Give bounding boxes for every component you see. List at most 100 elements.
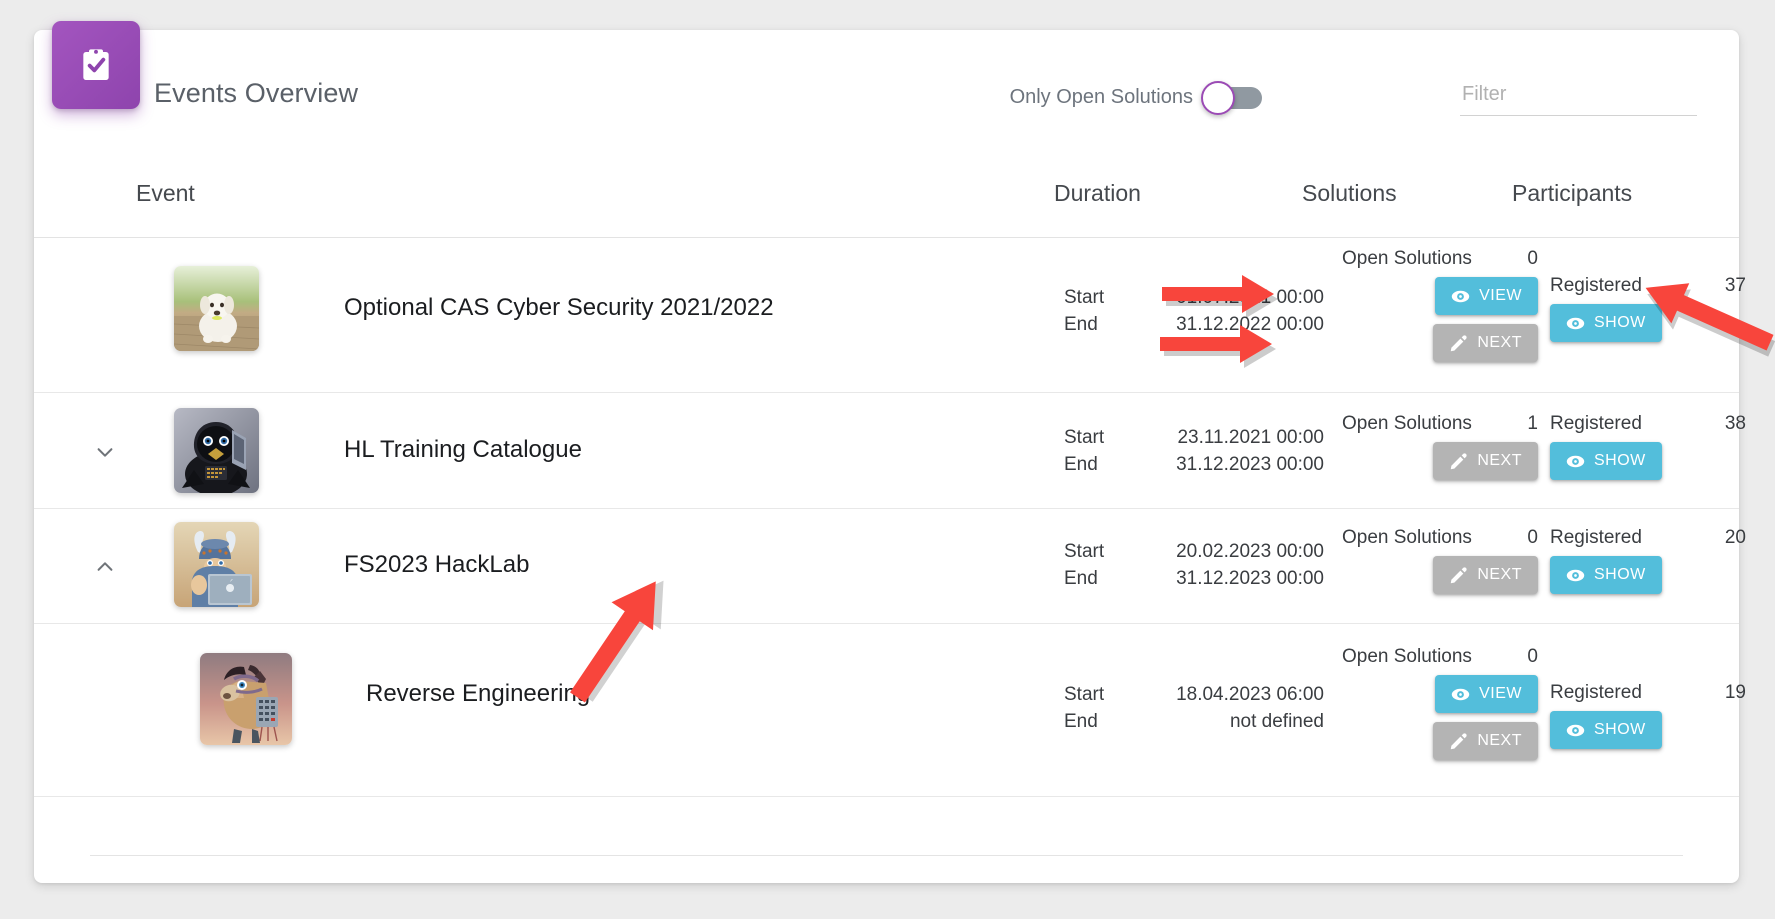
next-button[interactable]: NEXT	[1433, 722, 1538, 760]
event-solutions: Open Solutions 0 VIEW NEXT	[1342, 248, 1538, 362]
pencil-icon	[1449, 334, 1468, 353]
duration-start-value: 18.04.2023 06:00	[1176, 684, 1324, 705]
event-thumbnail	[200, 653, 292, 745]
open-solutions-count: 0	[1527, 248, 1538, 269]
event-participants: Registered 20 SHOW	[1550, 527, 1746, 594]
event-duration: Start 18.04.2023 06:00 End not defined	[1064, 682, 1324, 736]
view-button[interactable]: VIEW	[1435, 277, 1538, 315]
toggle-label: Only Open Solutions	[1009, 86, 1193, 108]
registered-line: Registered 38	[1550, 413, 1746, 435]
registered-count: 38	[1724, 413, 1746, 434]
view-button-label: VIEW	[1479, 685, 1522, 702]
duration-end-value: 31.12.2023 00:00	[1176, 453, 1324, 475]
event-solutions: Open Solutions 1 NEXT	[1342, 413, 1538, 480]
duration-start-label: Start	[1064, 684, 1105, 705]
filter-input[interactable]	[1460, 80, 1697, 116]
card-header: Events Overview Only Open Solutions	[34, 30, 1739, 148]
toggle-switch-knob[interactable]	[1201, 80, 1235, 115]
table-row[interactable]: Optional CAS Cyber Security 2021/2022 St…	[34, 238, 1746, 393]
event-thumbnail	[174, 408, 259, 493]
events-table-body: Optional CAS Cyber Security 2021/2022 St…	[34, 238, 1746, 797]
event-title[interactable]: FS2023 HackLab	[344, 551, 529, 579]
event-thumbnail	[174, 266, 259, 351]
next-button-label: NEXT	[1477, 566, 1522, 583]
table-column-headers: Event Duration Solutions Participants	[34, 170, 1739, 238]
clipboard-check-icon	[52, 21, 140, 109]
pencil-icon	[1449, 732, 1468, 751]
registered-line: Registered 20	[1550, 527, 1746, 549]
row-collapse-chevron-up[interactable]	[90, 552, 120, 582]
table-row[interactable]: HL Training Catalogue Start 23.11.2021 0…	[34, 393, 1746, 509]
open-solutions-label: Open Solutions	[1342, 248, 1472, 269]
footer-divider	[90, 855, 1683, 856]
open-solutions-line: Open Solutions 0	[1342, 527, 1538, 549]
next-button[interactable]: NEXT	[1433, 442, 1538, 480]
next-button-label: NEXT	[1477, 334, 1522, 351]
event-duration: Start 23.11.2021 00:00 End 31.12.2023 00…	[1064, 425, 1324, 479]
eye-icon	[1451, 685, 1470, 704]
events-overview-card: Events Overview Only Open Solutions Even…	[34, 30, 1746, 883]
duration-end-label: End	[1064, 453, 1098, 475]
column-header-participants: Participants	[1512, 180, 1633, 206]
open-solutions-label: Open Solutions	[1342, 646, 1472, 667]
column-header-event: Event	[136, 180, 195, 206]
show-button-label: SHOW	[1594, 721, 1646, 738]
participant-actions: SHOW	[1550, 442, 1746, 480]
show-button[interactable]: SHOW	[1550, 304, 1662, 342]
open-solutions-line: Open Solutions 0	[1342, 646, 1538, 668]
open-solutions-line: Open Solutions 1	[1342, 413, 1538, 435]
participant-actions: SHOW	[1550, 556, 1746, 594]
column-header-duration: Duration	[1054, 180, 1141, 206]
duration-end-label: End	[1064, 313, 1098, 335]
next-button-label: NEXT	[1477, 452, 1522, 469]
event-participants: Registered 37 SHOW	[1550, 275, 1746, 342]
toggle-switch-track[interactable]	[1201, 80, 1262, 115]
event-duration: Start 01.07.2021 00:00 End 31.12.2022 00…	[1064, 285, 1324, 339]
screen: Events Overview Only Open Solutions Even…	[0, 0, 1775, 919]
participant-actions: SHOW	[1550, 304, 1746, 342]
open-solutions-line: Open Solutions 0	[1342, 248, 1538, 270]
registered-label: Registered	[1550, 682, 1642, 703]
next-button[interactable]: NEXT	[1433, 324, 1538, 362]
open-solutions-count: 0	[1527, 527, 1538, 548]
eye-icon	[1566, 314, 1585, 333]
eye-icon	[1566, 721, 1585, 740]
duration-start-value: 01.07.2021 00:00	[1176, 287, 1324, 308]
eye-icon	[1451, 287, 1470, 306]
show-button[interactable]: SHOW	[1550, 556, 1662, 594]
duration-start-label: Start	[1064, 541, 1105, 562]
event-thumbnail	[174, 522, 259, 607]
event-solutions: Open Solutions 0 VIEW NEXT	[1342, 646, 1538, 760]
view-button[interactable]: VIEW	[1435, 675, 1538, 713]
show-button[interactable]: SHOW	[1550, 442, 1662, 480]
duration-end-value: 31.12.2023 00:00	[1176, 567, 1324, 589]
registered-count: 19	[1724, 682, 1746, 703]
event-participants: Registered 38 SHOW	[1550, 413, 1746, 480]
event-title[interactable]: HL Training Catalogue	[344, 436, 582, 464]
duration-end-label: End	[1064, 710, 1098, 732]
next-button[interactable]: NEXT	[1433, 556, 1538, 594]
registered-count: 20	[1724, 527, 1746, 548]
filter-field[interactable]	[1460, 80, 1697, 116]
registered-label: Registered	[1550, 413, 1642, 434]
table-row[interactable]: Reverse Engineering Start 18.04.2023 06:…	[34, 624, 1746, 797]
event-duration: Start 20.02.2023 00:00 End 31.12.2023 00…	[1064, 539, 1324, 593]
only-open-solutions-toggle[interactable]: Only Open Solutions	[1009, 80, 1262, 115]
event-participants: Registered 19 SHOW	[1550, 682, 1746, 749]
duration-end-value: 31.12.2022 00:00	[1176, 313, 1324, 335]
show-button-label: SHOW	[1594, 314, 1646, 331]
solution-actions: VIEW NEXT	[1342, 675, 1538, 760]
show-button[interactable]: SHOW	[1550, 711, 1662, 749]
table-row[interactable]: FS2023 HackLab Start 20.02.2023 00:00 En…	[34, 509, 1746, 624]
event-title[interactable]: Optional CAS Cyber Security 2021/2022	[344, 294, 774, 322]
open-solutions-count: 0	[1527, 646, 1538, 667]
eye-icon	[1566, 452, 1585, 471]
registered-count: 37	[1724, 275, 1746, 296]
column-header-solutions: Solutions	[1302, 180, 1397, 206]
open-solutions-count: 1	[1527, 413, 1538, 434]
event-title[interactable]: Reverse Engineering	[366, 680, 590, 708]
row-expand-chevron-down[interactable]	[90, 437, 120, 467]
duration-start-value: 23.11.2021 00:00	[1177, 427, 1324, 448]
eye-icon	[1566, 566, 1585, 585]
duration-end-value: not defined	[1229, 710, 1324, 732]
